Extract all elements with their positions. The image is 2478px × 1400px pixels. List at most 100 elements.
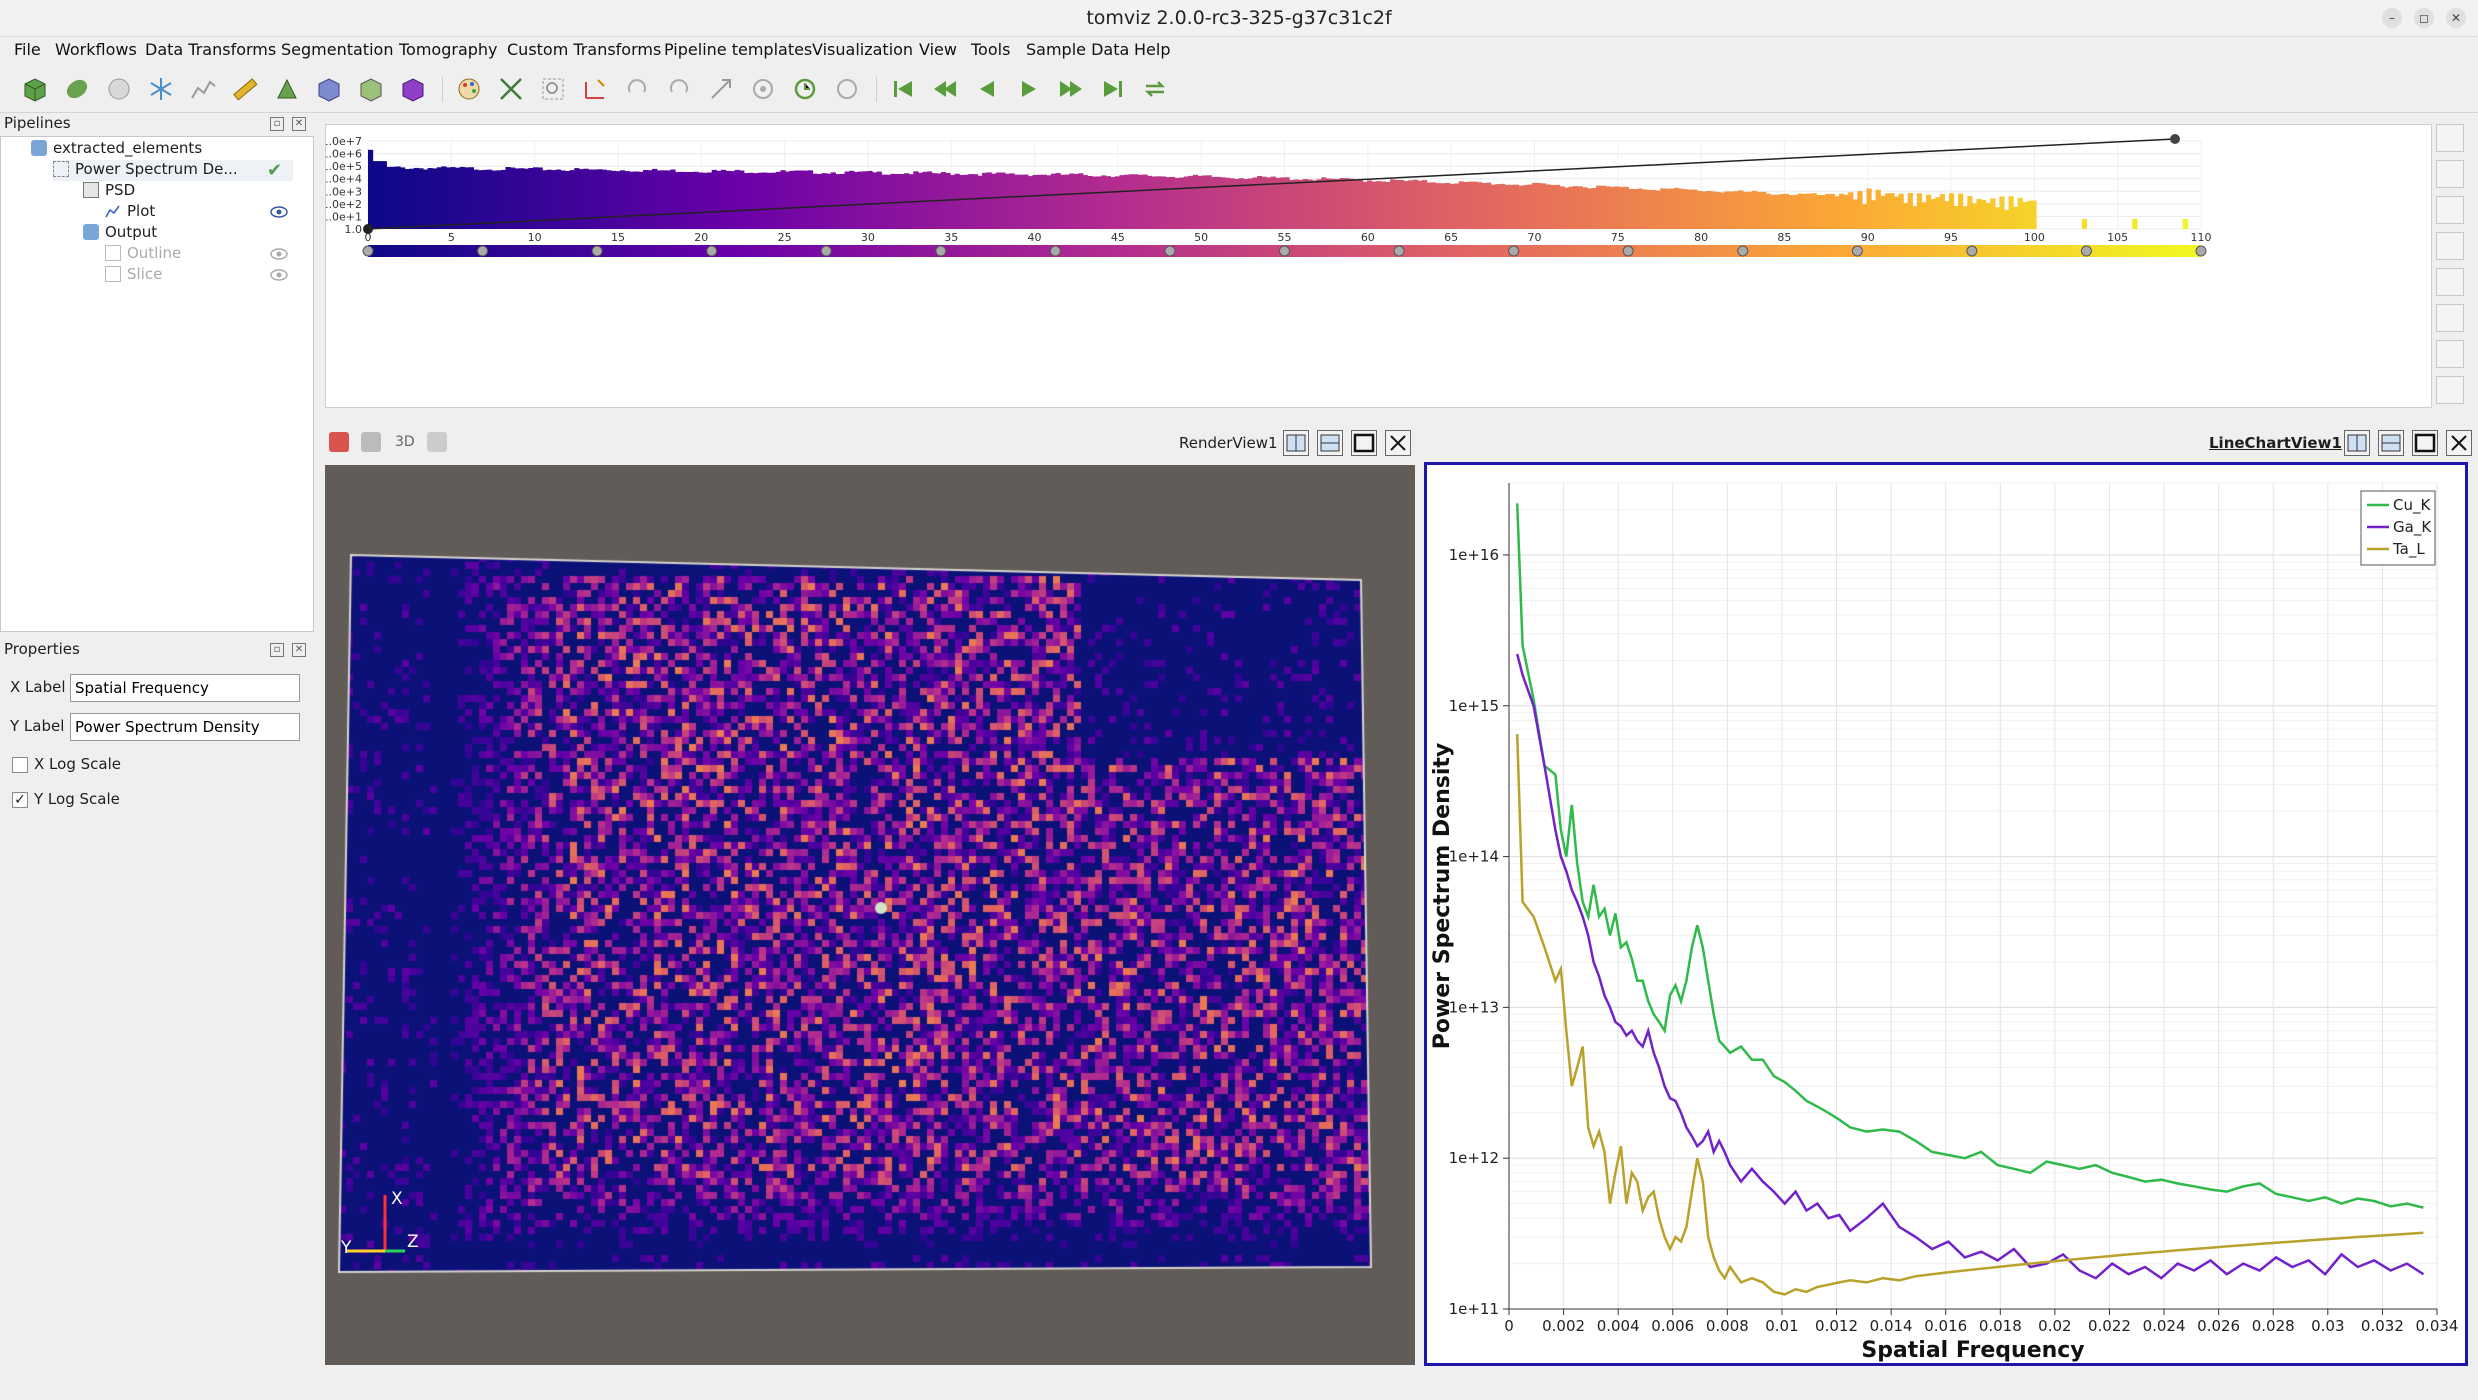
tree-item-extracted-elements[interactable]: extracted_elements [31,139,202,160]
purple-cube-icon[interactable] [398,74,428,104]
x-log-scale-checkbox[interactable] [12,757,28,773]
load-data-icon[interactable] [20,74,50,104]
histogram-chart[interactable]: 1.01.0e+11.0e+21.0e+31.0e+41.0e+51.0e+61… [322,125,2431,407]
split-horizontal-icon[interactable] [1283,430,1309,456]
colormap-node [1508,245,1520,257]
rescale-range-icon[interactable] [2436,124,2464,152]
reset-camera-icon[interactable] [496,74,526,104]
menu-help[interactable]: Help [1134,40,1170,59]
settings-icon[interactable] [2436,232,2464,260]
tree-item-psd[interactable]: PSD [83,181,135,202]
record-icon[interactable] [832,74,862,104]
histogram-bar [1495,184,1501,229]
first-frame-icon[interactable] [888,74,918,104]
camera-icon[interactable] [361,432,381,452]
view-mode-3d[interactable]: 3D [395,434,415,450]
previous-frame-icon[interactable] [930,74,960,104]
histogram-x-tick: 90 [1861,231,1875,244]
screenshot-icon[interactable] [329,432,349,452]
rescale-custom-icon[interactable] [2436,160,2464,188]
volume-icon[interactable] [356,74,386,104]
menu-segmentation[interactable]: Segmentation [281,40,393,59]
menu-tomography[interactable]: Tomography [399,40,498,59]
palette-icon[interactable] [454,74,484,104]
last-frame-icon[interactable] [1098,74,1128,104]
reconstruction-icon[interactable] [62,74,92,104]
tree-item-slice[interactable]: Slice [105,265,293,286]
histogram-bar [1811,193,1817,229]
color-legend-icon[interactable] [2436,340,2464,368]
menu-sample-data[interactable]: Sample Data [1026,40,1129,59]
colormap-node [2195,245,2207,257]
close-view-icon[interactable] [2446,430,2472,456]
maximize-view-icon[interactable] [2412,430,2438,456]
close-dock-icon[interactable]: ✕ [292,643,306,657]
menu-data-transforms[interactable]: Data Transforms [145,40,276,59]
menu-tools[interactable]: Tools [971,40,1010,59]
play-back-icon[interactable] [972,74,1002,104]
menu-custom-transforms[interactable]: Custom Transforms [507,40,661,59]
menu-file[interactable]: File [14,40,41,59]
menu-workflows[interactable]: Workflows [55,40,137,59]
tree-item-plot[interactable]: Plot [105,202,293,223]
y-label-input[interactable] [70,713,300,741]
crop-icon[interactable] [272,74,302,104]
histogram-bar [1293,179,1299,229]
preset-icon[interactable] [2436,268,2464,296]
split-vertical-icon[interactable] [1317,430,1343,456]
x-label-input[interactable] [70,674,300,702]
histogram-icon[interactable] [188,74,218,104]
generic-icon[interactable] [104,74,134,104]
ruler-icon[interactable] [230,74,260,104]
rotate-minus90-icon[interactable] [664,74,694,104]
histogram-bar [624,171,630,229]
cube-icon[interactable] [314,74,344,104]
snowflake-icon[interactable] [146,74,176,104]
histogram-bar [615,171,621,229]
close-view-icon[interactable] [1385,430,1411,456]
hidden-eye-icon[interactable] [269,247,289,261]
histogram-bar [1050,173,1056,229]
histogram-bar [638,171,644,229]
histogram-bar [1939,194,1945,229]
invert-icon[interactable] [2436,196,2464,224]
tree-item-outline[interactable]: Outline [105,244,293,265]
table-icon [83,182,99,198]
play-icon[interactable] [1014,74,1044,104]
zoom-to-box-icon[interactable] [538,74,568,104]
legend-label: Cu_K [2393,496,2431,515]
add-axis-icon[interactable] [580,74,610,104]
minimize-icon[interactable]: – [2382,8,2402,28]
close-dock-icon[interactable]: ✕ [292,117,306,131]
maximize-icon[interactable]: ◻ [2414,8,2434,28]
render-view[interactable]: X Y Z [325,465,1415,1365]
menu-visualization[interactable]: Visualization [812,40,913,59]
maximize-view-icon[interactable] [1351,430,1377,456]
y-log-scale-checkbox[interactable]: ✓ [12,792,28,808]
center-icon[interactable] [706,74,736,104]
split-vertical-icon[interactable] [2378,430,2404,456]
histogram-bar [1114,176,1121,229]
psd-line-chart[interactable]: 0 0.002 0.004 0.006 0.008 0.01 0.012 0.014 0.016… [1427,465,2465,1363]
visibility-eye-icon[interactable] [269,205,289,219]
line-chart-view[interactable]: 0 0.002 0.004 0.006 0.008 0.01 0.012 0.014 0.016… [1424,462,2468,1366]
float-dock-icon[interactable]: ▫ [270,117,284,131]
next-frame-icon[interactable] [1056,74,1086,104]
close-window-icon[interactable]: ✕ [2446,8,2466,28]
tree-item-output[interactable]: Output [83,223,157,244]
rotate-plus90-icon[interactable] [622,74,652,104]
menu-pipeline-templates[interactable]: Pipeline templates [664,40,812,59]
gradient-icon[interactable] [2436,376,2464,404]
loop-icon[interactable] [1140,74,1170,104]
orientation-icon[interactable] [748,74,778,104]
hidden-eye-icon[interactable] [269,268,289,282]
histogram-bar [711,169,717,229]
histogram-panel[interactable]: 1.01.0e+11.0e+21.0e+31.0e+41.0e+51.0e+61… [322,124,2432,408]
split-horizontal-icon[interactable] [2344,430,2370,456]
zoom-icon[interactable] [427,432,447,452]
menu-view[interactable]: View [919,40,957,59]
refresh-icon[interactable] [790,74,820,104]
save-preset-icon[interactable] [2436,304,2464,332]
tree-item-power-spectrum[interactable]: Power Spectrum De... ✔ [53,160,293,181]
float-dock-icon[interactable]: ▫ [270,643,284,657]
